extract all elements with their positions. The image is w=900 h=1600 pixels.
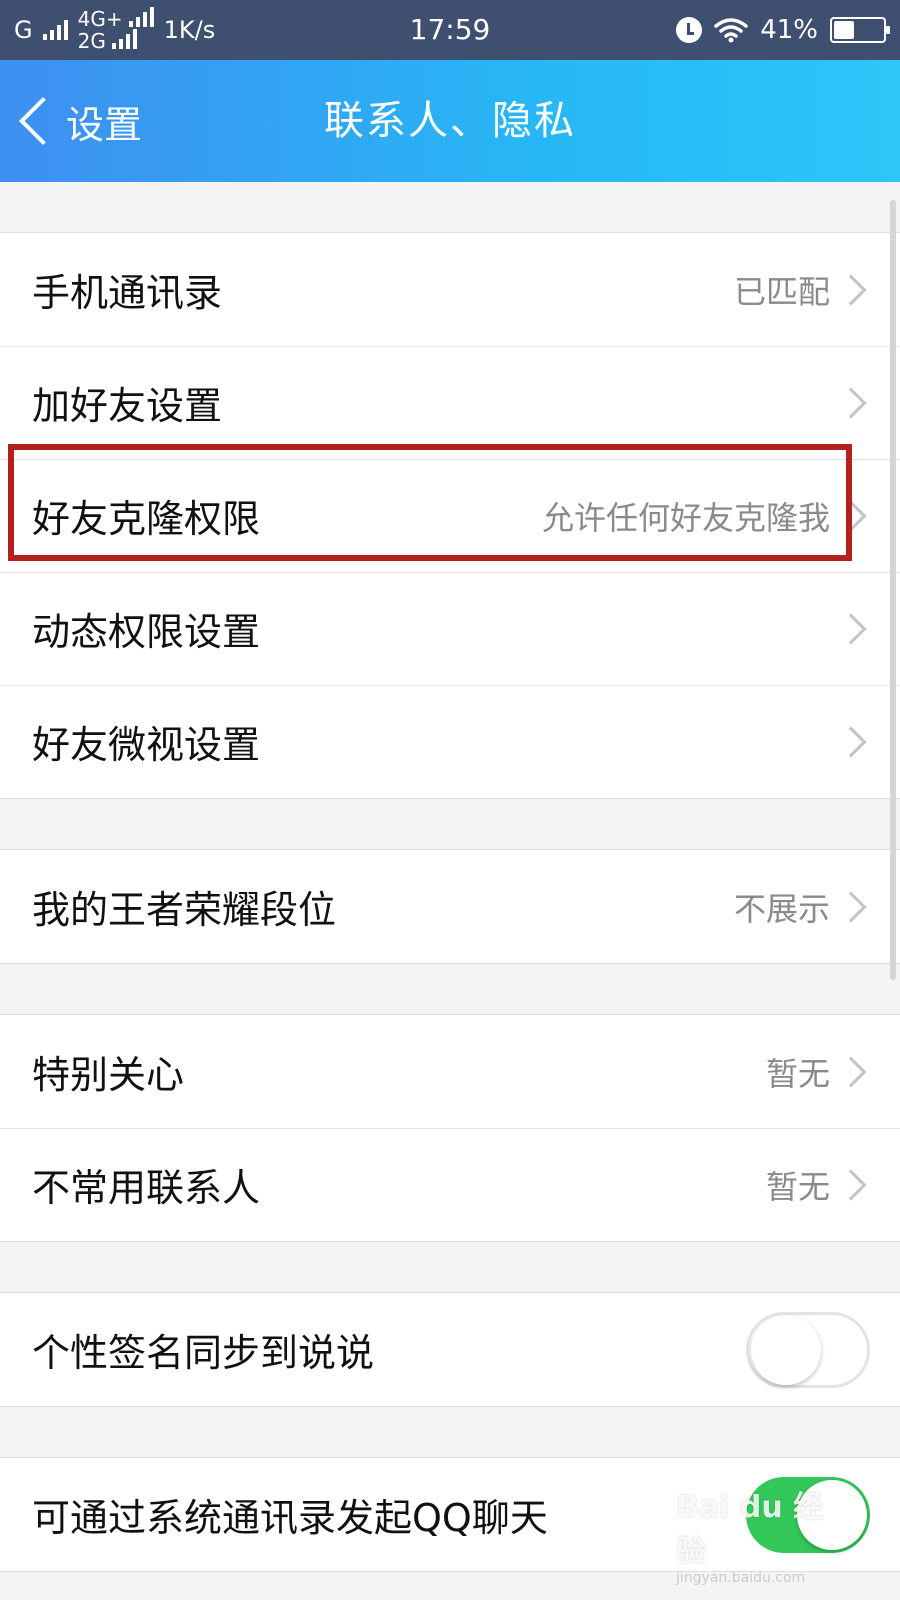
chevron-right-icon	[835, 725, 867, 758]
settings-row[interactable]: 不常用联系人 暂无	[0, 1128, 900, 1241]
scrollbar[interactable]	[890, 200, 896, 980]
chevron-right-icon	[835, 890, 867, 923]
settings-row-label: 加好友设置	[32, 384, 223, 428]
wifi-icon	[714, 18, 748, 43]
chevron-right-icon	[835, 1168, 867, 1201]
settings-row-label: 手机通讯录	[32, 271, 223, 315]
chevron-right-icon	[835, 612, 867, 645]
settings-group: 可通过系统通讯录发起QQ聊天	[0, 1457, 900, 1572]
chevron-right-icon	[835, 386, 867, 419]
battery-icon	[830, 17, 890, 43]
settings-row-value: 允许任何好友克隆我	[541, 498, 830, 537]
settings-row[interactable]: 加好友设置	[0, 346, 900, 459]
page-title: 联系人、隐私	[324, 98, 576, 144]
settings-row-label: 可通过系统通讯录发起QQ聊天	[32, 1496, 548, 1540]
chevron-right-icon	[835, 273, 867, 306]
settings-row-label: 好友克隆权限	[32, 497, 261, 541]
toggle-switch[interactable]	[746, 1476, 870, 1553]
settings-row[interactable]: 我的王者荣耀段位 不展示	[0, 850, 900, 963]
settings-row-label: 动态权限设置	[32, 610, 261, 654]
battery-fill	[834, 21, 854, 39]
chevron-right-icon	[835, 1055, 867, 1088]
settings-group: 手机通讯录 已匹配加好友设置好友克隆权限 允许任何好友克隆我动态权限设置 好友微视设置	[0, 232, 900, 799]
status-right: 41%	[676, 0, 890, 60]
status-bar: G 4G+ 2G 1K/s 17:59 41%	[0, 0, 900, 60]
settings-row[interactable]: 可通过系统通讯录发起QQ聊天	[0, 1458, 900, 1571]
settings-row-label: 特别关心	[32, 1053, 185, 1097]
settings-row-value: 已匹配	[733, 272, 830, 311]
settings-row-label: 好友微视设置	[32, 723, 261, 767]
settings-row[interactable]: 个性签名同步到说说	[0, 1293, 900, 1406]
settings-row-value: 暂无	[765, 1167, 830, 1206]
settings-group: 我的王者荣耀段位 不展示	[0, 849, 900, 964]
navigation-bar: 设置 联系人、隐私	[0, 60, 900, 182]
settings-list: 手机通讯录 已匹配加好友设置好友克隆权限 允许任何好友克隆我动态权限设置 好友微视设置…	[0, 182, 900, 1572]
toggle-knob	[751, 1314, 821, 1385]
settings-row-value: 暂无	[765, 1054, 830, 1093]
chevron-right-icon	[835, 499, 867, 532]
toggle-switch[interactable]	[746, 1311, 870, 1388]
settings-group: 个性签名同步到说说	[0, 1292, 900, 1407]
settings-group: 特别关心 暂无 不常用联系人 暂无	[0, 1014, 900, 1242]
settings-row-label: 我的王者荣耀段位	[32, 888, 337, 932]
settings-row-value: 不展示	[733, 889, 830, 928]
settings-row[interactable]: 好友克隆权限 允许任何好友克隆我	[0, 459, 900, 572]
settings-row-label: 不常用联系人	[32, 1166, 261, 1210]
settings-row[interactable]: 动态权限设置	[0, 572, 900, 685]
settings-row[interactable]: 特别关心 暂无	[0, 1015, 900, 1128]
settings-row[interactable]: 手机通讯录 已匹配	[0, 233, 900, 346]
settings-row-label: 个性签名同步到说说	[32, 1331, 375, 1375]
settings-row[interactable]: 好友微视设置	[0, 685, 900, 798]
battery-percent: 41%	[760, 15, 818, 45]
toggle-knob	[797, 1479, 867, 1550]
watermark-url: jingyan.baidu.com	[676, 1570, 806, 1586]
alarm-icon	[676, 17, 703, 43]
